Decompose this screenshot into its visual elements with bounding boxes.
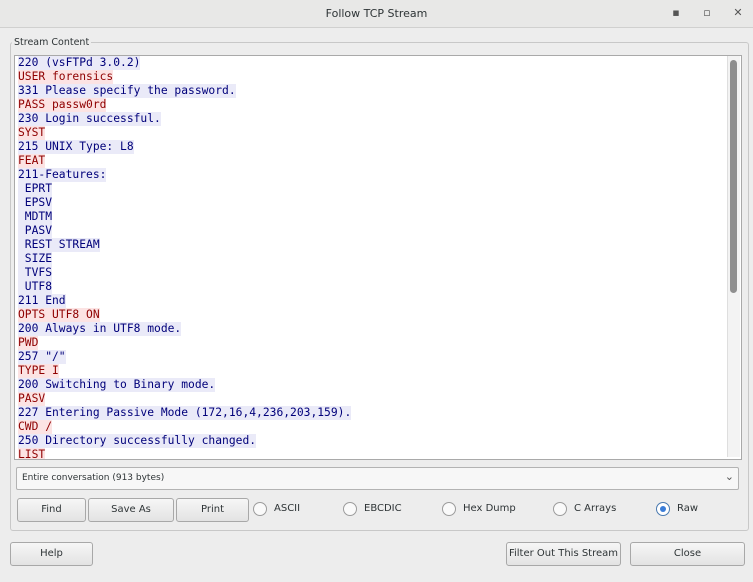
- radio-hex-dump-circle[interactable]: [442, 502, 456, 516]
- server-line: 200 Always in UTF8 mode.: [18, 322, 182, 336]
- server-line: REST STREAM: [18, 238, 100, 252]
- client-line: FEAT: [18, 154, 46, 168]
- server-line: TVFS: [18, 266, 53, 280]
- server-line: EPSV: [18, 196, 53, 210]
- window-title: Follow TCP Stream: [325, 7, 428, 20]
- client-line: CWD /: [18, 420, 53, 434]
- radio-ebcdic-circle[interactable]: [343, 502, 357, 516]
- save-as-button[interactable]: Save As: [88, 498, 174, 522]
- client-line: USER forensics: [18, 70, 114, 84]
- server-line: 250 Directory successfully changed.: [18, 434, 257, 448]
- client-line: TYPE I: [18, 364, 59, 378]
- title-bar: Follow TCP Stream ▪ ▫ ✕: [0, 0, 753, 28]
- server-line: UTF8: [18, 280, 53, 294]
- minimize-icon[interactable]: ▪: [668, 5, 684, 21]
- maximize-icon[interactable]: ▫: [699, 5, 715, 21]
- chevron-down-icon: ⌄: [724, 470, 734, 483]
- close-icon[interactable]: ✕: [730, 5, 746, 21]
- server-line: 227 Entering Passive Mode (172,16,4,236,…: [18, 406, 352, 420]
- radio-raw-circle[interactable]: [656, 502, 670, 516]
- client-line: SYST: [18, 126, 46, 140]
- radio-ascii-label: ASCII: [274, 503, 301, 514]
- close-button[interactable]: Close: [630, 542, 745, 566]
- client-line: PASS passw0rd: [18, 98, 107, 112]
- server-line: PASV: [18, 224, 53, 238]
- stream-text-area[interactable]: 220 (vsFTPd 3.0.2) USER forensics 331 Plea…: [14, 55, 742, 460]
- conversation-select[interactable]: Entire conversation (913 bytes) ⌄: [16, 467, 739, 490]
- help-button[interactable]: Help: [10, 542, 93, 566]
- radio-ascii-circle[interactable]: [253, 502, 267, 516]
- server-line: 220 (vsFTPd 3.0.2): [18, 56, 141, 70]
- server-line: SIZE: [18, 252, 53, 266]
- radio-raw-label: Raw: [677, 503, 699, 514]
- server-line: MDTM: [18, 210, 53, 224]
- server-line: EPRT: [18, 182, 53, 196]
- find-button[interactable]: Find: [17, 498, 86, 522]
- server-line: 331 Please specify the password.: [18, 84, 236, 98]
- client-line: PWD: [18, 336, 39, 350]
- filter-out-stream-button[interactable]: Filter Out This Stream: [506, 542, 621, 566]
- server-line: 211-Features:: [18, 168, 107, 182]
- server-line: 257 "/": [18, 350, 66, 364]
- print-button[interactable]: Print: [176, 498, 249, 522]
- radio-hex-dump-label: Hex Dump: [463, 503, 516, 514]
- stream-lines: 220 (vsFTPd 3.0.2) USER forensics 331 Plea…: [18, 56, 352, 460]
- server-line: 211 End: [18, 294, 66, 308]
- server-line: 230 Login successful.: [18, 112, 161, 126]
- radio-ebcdic-label: EBCDIC: [364, 503, 402, 514]
- radio-c-arrays-label: C Arrays: [574, 503, 617, 514]
- client-line: PASV: [18, 392, 46, 406]
- conversation-select-value: Entire conversation (913 bytes): [22, 473, 165, 483]
- vertical-scrollbar[interactable]: [727, 56, 740, 457]
- stream-content-label: Stream Content: [12, 37, 92, 48]
- scrollbar-thumb[interactable]: [730, 60, 737, 293]
- server-line: 200 Switching to Binary mode.: [18, 378, 216, 392]
- server-line: 215 UNIX Type: L8: [18, 140, 134, 154]
- radio-c-arrays-circle[interactable]: [553, 502, 567, 516]
- client-line: LIST: [18, 448, 46, 460]
- client-line: OPTS UTF8 ON: [18, 308, 100, 322]
